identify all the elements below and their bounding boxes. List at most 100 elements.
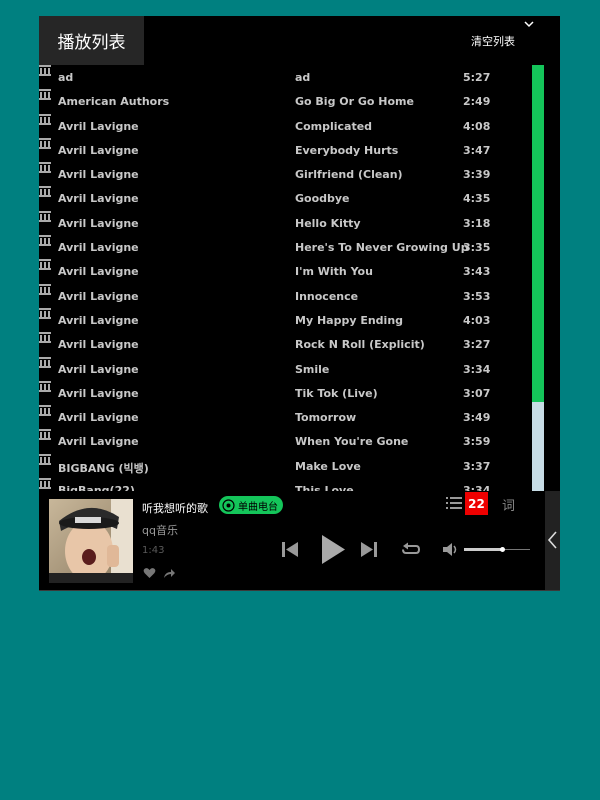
playlist-row[interactable]: Avril Lavigne When You're Gone 3:59 [39,429,545,453]
album-icon[interactable] [39,210,51,222]
song-name: Hello Kitty [295,216,361,230]
playlist-row[interactable]: American Authors Go Big Or Go Home 2:49 [39,89,545,113]
playlist-header: 播放列表 清空列表 [39,16,560,65]
artist-name: Avril Lavigne [58,143,139,157]
volume-icon[interactable] [442,542,459,557]
play-icon[interactable] [319,533,347,566]
song-duration: 3:43 [463,265,491,279]
loop-icon[interactable] [401,541,421,558]
album-icon[interactable] [39,380,51,392]
now-playing-bar: 听我想听的歌 单曲电台 qq音乐 1:43 22 词 [39,491,545,591]
album-icon[interactable] [39,162,51,174]
player-bottom-border [39,590,560,591]
album-icon[interactable] [39,137,51,149]
playlist-row[interactable]: ad ad 5:27 [39,65,545,89]
artist-name: Avril Lavigne [58,265,139,279]
song-name: Tomorrow [295,411,357,425]
song-name: Rock N Roll (Explicit) [295,338,425,352]
playlist-row[interactable]: Avril Lavigne Hello Kitty 3:18 [39,210,545,235]
playlist-row[interactable]: Avril Lavigne Everybody Hurts 3:47 [39,137,545,162]
artist-name: Avril Lavigne [58,241,139,255]
album-icon[interactable] [39,186,51,198]
song-duration: 3:53 [463,289,491,303]
album-icon[interactable] [39,65,51,76]
playlist-row[interactable]: Avril Lavigne My Happy Ending 4:03 [39,307,545,332]
song-duration: 3:34 [463,484,491,491]
playlist-row[interactable]: Avril Lavigne I'm With You 3:43 [39,259,545,283]
album-icon[interactable] [39,283,51,295]
album-icon[interactable] [39,405,51,417]
album-icon[interactable] [39,453,51,465]
album-icon[interactable] [39,429,51,441]
playlist-title: 播放列表 [39,16,144,65]
song-duration: 3:27 [463,338,491,352]
elapsed-time: 1:43 [142,545,165,556]
song-duration: 3:39 [463,168,491,182]
song-name: Tik Tok (Live) [295,386,378,400]
album-icon[interactable] [39,356,51,368]
artist-name: Avril Lavigne [58,216,139,230]
queue-count-badge[interactable]: 22 [465,492,488,515]
next-icon[interactable] [359,541,379,558]
playlist-row[interactable]: Avril Lavigne Girlfriend (Clean) 3:39 [39,162,545,186]
song-name: Here's To Never Growing Up [295,241,469,255]
song-duration: 3:37 [463,459,491,473]
album-icon[interactable] [39,235,51,247]
song-duration: 4:08 [463,119,491,133]
album-icon[interactable] [39,113,51,125]
artist-name: BIGBANG (빅뱅) [58,461,149,475]
playlist-scrollbar[interactable] [532,65,544,491]
song-duration: 3:35 [463,241,491,255]
artist-name: American Authors [58,95,170,109]
song-name: Smile [295,362,330,376]
playlist-row[interactable]: Avril Lavigne Tik Tok (Live) 3:07 [39,380,545,405]
volume-fill [464,548,503,551]
playlist-row[interactable]: Avril Lavigne Rock N Roll (Explicit) 3:27 [39,332,545,356]
music-player: 播放列表 清空列表 ad ad 5:27 American Authors Go Big… [39,16,560,591]
playlist-row[interactable]: Avril Lavigne Innocence 3:53 [39,283,545,308]
volume-knob[interactable] [499,547,505,552]
album-icon[interactable] [39,89,51,101]
lyrics-button[interactable]: 词 [502,495,515,514]
song-duration: 3:47 [463,143,491,157]
song-duration: 2:49 [463,95,491,109]
prev-icon[interactable] [280,541,300,558]
song-duration: 5:27 [463,71,491,84]
clear-list-button[interactable]: 清空列表 [471,33,515,49]
playlist-row[interactable]: Avril Lavigne Smile 3:34 [39,356,545,381]
artist-name: Avril Lavigne [58,338,139,352]
song-name: My Happy Ending [295,313,404,327]
chevron-left-icon [547,531,557,549]
song-name: Make Love [295,459,361,473]
playlist-row[interactable]: Avril Lavigne Complicated 4:08 [39,113,545,138]
heart-icon[interactable] [143,567,156,579]
playlist-row[interactable]: Avril Lavigne Here's To Never Growing Up 3… [39,235,545,259]
side-toggle-tab[interactable] [545,491,560,591]
album-icon[interactable] [39,259,51,271]
song-name: I'm With You [295,265,373,279]
song-name: Goodbye [295,192,350,206]
song-name: This Love [295,484,354,491]
collapse-icon[interactable] [523,19,535,29]
volume-slider[interactable] [464,547,530,552]
queue-icon[interactable] [446,496,462,510]
artist-name: Avril Lavigne [58,362,139,376]
song-name: Innocence [295,289,359,303]
album-icon[interactable] [39,332,51,344]
single-radio-button[interactable]: 单曲电台 [219,496,283,514]
playlist-row[interactable]: Avril Lavigne Goodbye 4:35 [39,186,545,210]
artist-name: ad [58,71,74,84]
album-cover[interactable] [49,499,133,583]
album-icon[interactable] [39,478,51,490]
artist-name: BigBang(22) [58,484,135,491]
artist-name: Avril Lavigne [58,313,139,327]
album-icon[interactable] [39,307,51,319]
song-name: ad [295,71,311,84]
song-duration: 3:07 [463,386,491,400]
scrollbar-thumb[interactable] [532,65,544,402]
song-name: Complicated [295,119,373,133]
playlist-row[interactable]: Avril Lavigne Tomorrow 3:49 [39,405,545,429]
playlist-row[interactable]: BIGBANG (빅뱅) Make Love 3:37 [39,453,545,478]
playlist-row[interactable]: BigBang(22) This Love 3:34 [39,478,545,491]
share-icon[interactable] [163,567,176,579]
